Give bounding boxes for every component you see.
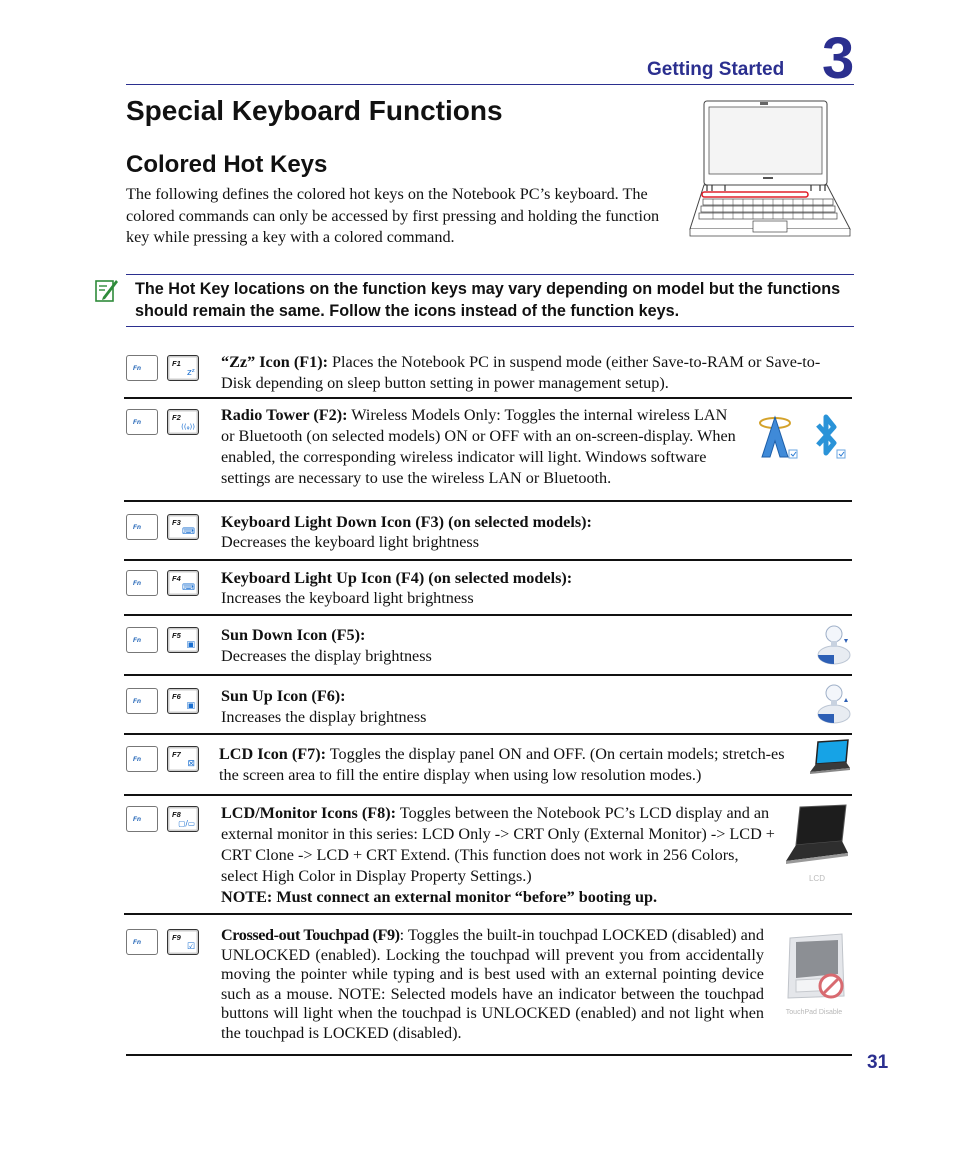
page-number: 31 [867, 1052, 889, 1073]
hotkey-description: LCD Icon (F7): Toggles the display panel… [219, 745, 785, 784]
f8-note: NOTE: Must connect an external monitor “… [221, 888, 658, 906]
bluetooth-osd-icon [816, 414, 846, 459]
chapter-number: 3 [822, 26, 855, 91]
key-combo: Fn F6 ▣ [126, 688, 208, 716]
intro-paragraph: The following defines the colored hot ke… [126, 185, 660, 246]
fn-key: Fn [126, 688, 158, 714]
header-rule [126, 84, 854, 85]
hotkey-description: Keyboard Light Down Icon (F3) (on select… [221, 513, 592, 551]
key-combo: Fn F8 ▢/▭ [126, 806, 208, 834]
note-bottom-rule [126, 326, 854, 327]
key-combo: Fn F9 ☑ [126, 929, 208, 957]
f1-key: F1 zᶻ [167, 355, 199, 381]
touchpad-disable-caption: TouchPad Disable [785, 1009, 843, 1016]
hotkey-description: Radio Tower (F2): Wireless Models Only: … [221, 406, 736, 487]
fn-key: Fn [126, 627, 158, 653]
f7-key: F7 ⊠ [167, 746, 199, 772]
fn-key: Fn [126, 409, 158, 435]
f4-key: F4 ⌨ [167, 570, 199, 596]
row-divider [124, 500, 852, 502]
sun-up-icon: ▣ [186, 701, 195, 711]
note-pencil-icon [95, 280, 118, 302]
fn-key: Fn [126, 746, 158, 772]
key-combo: Fn F1 zᶻ [126, 355, 208, 383]
brightness-up-osd-icon [817, 684, 851, 724]
f6-key: F6 ▣ [167, 688, 199, 714]
lcd-caption: LCD [808, 874, 825, 883]
wireless-lan-osd-icon [759, 415, 798, 459]
touchpad-disable-osd-icon [787, 933, 845, 999]
sun-down-icon: ▣ [186, 640, 195, 650]
row-divider [124, 794, 852, 796]
fn-key: Fn [126, 806, 158, 832]
key-combo: Fn F4 ⌨ [126, 570, 208, 598]
key-combo: Fn F3 ⌨ [126, 514, 208, 542]
brightness-down-osd-icon [817, 625, 851, 665]
f9-key: F9 ☑ [167, 929, 199, 955]
hotkey-description: Keyboard Light Up Icon (F4) (on selected… [221, 569, 573, 607]
lcd-osd-icon [810, 739, 850, 774]
key-combo: Fn F5 ▣ [126, 627, 208, 655]
f5-key: F5 ▣ [167, 627, 199, 653]
key-combo: Fn F7 ⊠ [126, 746, 208, 774]
touchpad-disable-osd: TouchPad Disable [776, 932, 852, 1018]
lcd-display-osd-icon [786, 804, 848, 864]
row-divider [124, 559, 852, 561]
fn-key: Fn [126, 929, 158, 955]
hotkey-description: “Zz” Icon (F1): Places the Notebook PC i… [221, 353, 821, 392]
chapter-title: Getting Started [647, 59, 785, 80]
fn-key: Fn [126, 570, 158, 596]
keyboard-light-down-icon: ⌨ [182, 527, 195, 537]
f2-key: F2 ((ᵩ)) [167, 409, 199, 435]
hotkey-description: Sun Up Icon (F6): Increases the display b… [221, 687, 427, 726]
fn-key: Fn [126, 355, 158, 381]
page-title: Special Keyboard Functions [126, 95, 503, 126]
row-divider [124, 614, 852, 616]
f8-key: F8 ▢/▭ [167, 806, 199, 832]
lcd-display-osd: LCD [782, 803, 852, 883]
footer-rule [126, 1054, 852, 1056]
note-text: The Hot Key locations on the function ke… [135, 280, 841, 320]
row-divider [124, 913, 852, 915]
hotkey-description: Sun Down Icon (F5): Decreases the display… [221, 626, 432, 665]
f3-key: F3 ⌨ [167, 514, 199, 540]
fn-key: Fn [126, 514, 158, 540]
row-divider [124, 397, 852, 399]
radio-tower-icon: ((ᵩ)) [181, 423, 195, 431]
lcd-monitor-icon: ▢/▭ [178, 819, 195, 828]
lcd-off-icon: ⊠ [187, 759, 195, 769]
notebook-illustration [689, 100, 851, 237]
row-divider [124, 733, 852, 735]
hotkey-description: Crossed-out Touchpad (F9): Toggles the b… [221, 926, 764, 1042]
note-top-rule [126, 274, 854, 275]
crossed-out-touchpad-icon: ☑ [186, 942, 195, 952]
section-title: Colored Hot Keys [126, 151, 328, 178]
keyboard-light-up-icon: ⌨ [182, 583, 195, 593]
row-divider [124, 674, 852, 676]
key-combo: Fn F2 ((ᵩ)) [126, 409, 208, 437]
hotkey-description: LCD/Monitor Icons (F8): Toggles between … [221, 804, 775, 906]
zz-sleep-icon: zᶻ [186, 368, 195, 378]
